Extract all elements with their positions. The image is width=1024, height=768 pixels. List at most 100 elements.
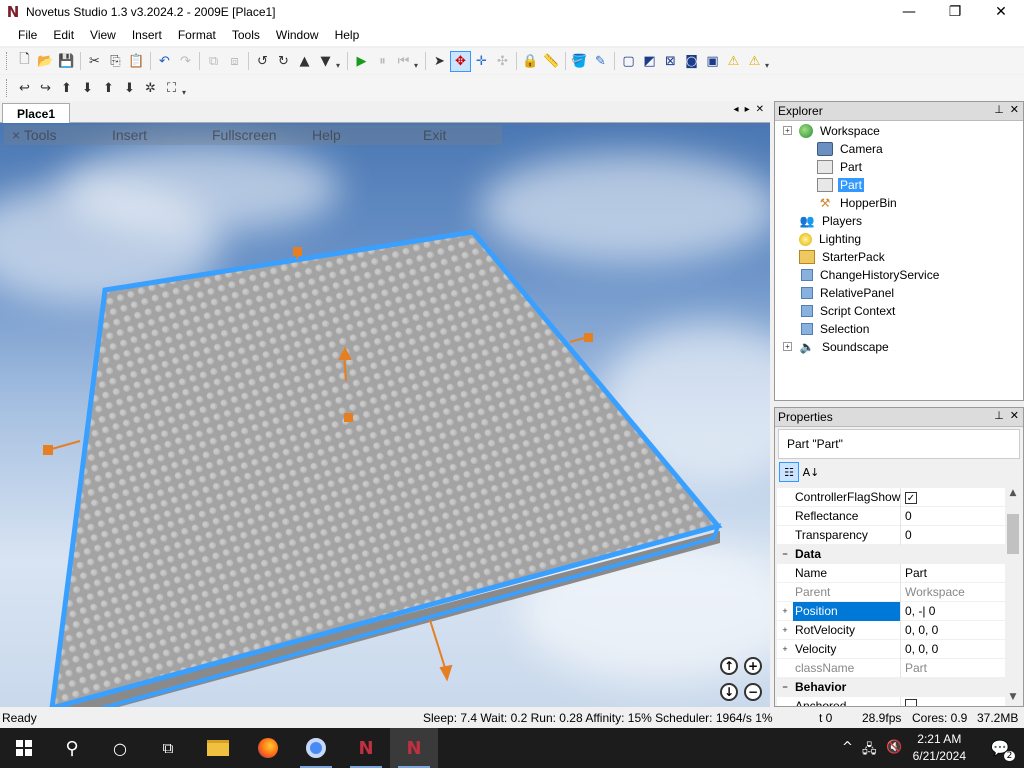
property-row-controllerflagshow[interactable]: ControllerFlagShow ✓	[777, 488, 1007, 507]
menu-tools[interactable]: Tools	[224, 28, 268, 42]
rotate-left-icon[interactable]: ↺	[252, 51, 273, 72]
expand-icon[interactable]: +	[777, 606, 793, 616]
group-icon[interactable]: ⧉	[203, 51, 224, 72]
zoom-in-extents-icon[interactable]: ✲	[140, 78, 161, 99]
camera-tilt-down-icon[interactable]: ↓	[720, 683, 738, 701]
tree-item-players[interactable]: 👥 Players	[799, 212, 864, 230]
properties-scrollbar[interactable]: ▲ ▼	[1005, 488, 1021, 706]
menu-format[interactable]: Format	[170, 28, 224, 42]
property-row-velocity[interactable]: + Velocity 0, 0, 0	[777, 639, 1007, 659]
pause-icon[interactable]: ⏸	[372, 51, 393, 72]
property-row-name[interactable]: Name Part	[777, 563, 1007, 583]
game-menu-help[interactable]: Help	[312, 127, 341, 143]
camera-left-icon[interactable]: ↩	[14, 78, 35, 99]
tree-item-camera[interactable]: Camera	[817, 140, 885, 158]
resize-handle[interactable]	[439, 664, 453, 682]
expand-icon[interactable]: +	[777, 625, 793, 635]
reset-icon[interactable]: ⏮	[393, 51, 414, 72]
tree-item-part-selected[interactable]: Part	[817, 176, 865, 194]
move-tool-icon[interactable]: ✥	[450, 50, 471, 72]
menu-file[interactable]: File	[10, 28, 45, 42]
redo-icon[interactable]: ↷	[175, 51, 196, 72]
camera-tilt-up-icon[interactable]: ↑	[720, 657, 738, 675]
lock-icon[interactable]: 🔒	[520, 51, 541, 72]
tab-scroll-left-icon[interactable]: ◂	[734, 104, 739, 115]
property-value[interactable]: 0	[901, 509, 912, 523]
firefox-icon[interactable]	[244, 728, 292, 768]
save-icon[interactable]: 💾	[56, 51, 77, 72]
menu-help[interactable]: Help	[327, 28, 368, 42]
file-explorer-icon[interactable]	[194, 728, 242, 768]
property-value[interactable]: 0, 0, 0	[901, 642, 938, 656]
tree-item-soundscape[interactable]: 🔈 Soundscape	[799, 338, 891, 356]
tree-item-selection[interactable]: Selection	[799, 320, 871, 338]
resize-handle[interactable]	[43, 445, 53, 455]
category-collapse-icon[interactable]: −	[777, 549, 793, 559]
properties-pin-icon[interactable]: ⊥	[994, 409, 1004, 422]
menu-view[interactable]: View	[82, 28, 124, 42]
undo-icon[interactable]: ↶	[154, 51, 175, 72]
toolbar-overflow-icon[interactable]: ▾	[182, 79, 190, 97]
surface-inlet-icon[interactable]: ▣	[702, 51, 723, 72]
property-value[interactable]: 0, 0, 0	[901, 623, 938, 637]
baseplate[interactable]	[52, 232, 718, 707]
tree-item-hopperbin[interactable]: ⚒ HopperBin	[817, 194, 899, 212]
task-view-icon[interactable]: ⧉	[144, 728, 192, 768]
ungroup-icon[interactable]: ⧈	[224, 51, 245, 72]
move-down-icon[interactable]: ▼	[315, 51, 336, 72]
camera-tilt-down-icon[interactable]: ⬇	[77, 78, 98, 99]
tree-expander-soundscape[interactable]: +	[783, 342, 792, 351]
category-collapse-icon[interactable]: −	[777, 682, 793, 692]
property-value[interactable]: Part	[901, 566, 927, 580]
camera-tilt-up-icon[interactable]: ⬆	[56, 78, 77, 99]
move-up-icon[interactable]: ▲	[294, 51, 315, 72]
rotate-right-icon[interactable]: ↻	[273, 51, 294, 72]
explorer-close-icon[interactable]: ✕	[1010, 103, 1019, 116]
open-folder-icon[interactable]: 📂	[35, 51, 56, 72]
maximize-button[interactable]: ❐	[932, 0, 978, 24]
scrollbar-thumb[interactable]	[1007, 514, 1019, 554]
scroll-up-icon[interactable]: ▲	[1005, 488, 1021, 502]
scroll-down-icon[interactable]: ▼	[1005, 692, 1021, 706]
play-icon[interactable]: ▶	[351, 51, 372, 72]
property-row-position[interactable]: + Position 0, -| 0	[777, 601, 1007, 621]
menu-window[interactable]: Window	[268, 28, 327, 42]
expand-icon[interactable]: +	[777, 644, 793, 654]
paint-bucket-icon[interactable]: 🪣	[569, 51, 590, 72]
start-button[interactable]	[0, 728, 48, 768]
tree-item-workspace[interactable]: Workspace	[799, 122, 882, 140]
categorized-view-icon[interactable]: ☷	[779, 462, 799, 482]
zoom-out-extents-icon[interactable]: ⛶	[161, 78, 182, 99]
tree-expander-workspace[interactable]: +	[783, 126, 792, 135]
tree-item-starterpack[interactable]: StarterPack	[799, 248, 887, 266]
cortana-icon[interactable]: ○	[96, 728, 144, 768]
toolbar-grip[interactable]	[6, 52, 10, 70]
cut-icon[interactable]: ✂	[84, 51, 105, 72]
tree-item-part[interactable]: Part	[817, 158, 864, 176]
tree-item-changehistoryservice[interactable]: ChangeHistoryService	[799, 266, 941, 284]
position-value-input[interactable]: 0, -| 0	[901, 604, 935, 618]
menu-insert[interactable]: Insert	[124, 28, 170, 42]
game-menu-fullscreen[interactable]: Fullscreen	[212, 127, 277, 143]
surface-weld-icon[interactable]: ⊠	[660, 51, 681, 72]
resize-handle[interactable]	[344, 413, 353, 422]
game-menu-tools[interactable]: × Tools	[12, 127, 57, 143]
property-row-anchored[interactable]: Anchored	[777, 696, 1007, 706]
drop-hinge-icon[interactable]: ⚠	[723, 51, 744, 72]
toolbar-overflow-icon[interactable]: ▾	[765, 52, 773, 70]
new-file-icon[interactable]: 🗋	[14, 51, 35, 72]
volume-muted-icon[interactable]: 🔇	[886, 740, 902, 755]
explorer-pin-icon[interactable]: ⊥	[994, 103, 1004, 116]
resize-tool-icon[interactable]: ✛	[471, 51, 492, 72]
resize-handle[interactable]	[584, 333, 593, 342]
game-menu-insert[interactable]: Insert	[112, 127, 147, 143]
toolbar-overflow-icon[interactable]: ▾	[336, 52, 344, 70]
copy-icon[interactable]: ⎘	[105, 51, 126, 72]
system-clock[interactable]: 2:21 AM 6/21/2024	[913, 731, 966, 765]
toolbar-overflow-icon[interactable]: ▾	[414, 52, 422, 70]
resize-handle[interactable]	[293, 247, 302, 256]
property-row-parent[interactable]: Parent Workspace	[777, 582, 1007, 602]
anchored-checkbox[interactable]	[905, 698, 917, 706]
camera-up-icon[interactable]: ⬆	[98, 78, 119, 99]
tab-place1[interactable]: Place1	[2, 103, 70, 123]
